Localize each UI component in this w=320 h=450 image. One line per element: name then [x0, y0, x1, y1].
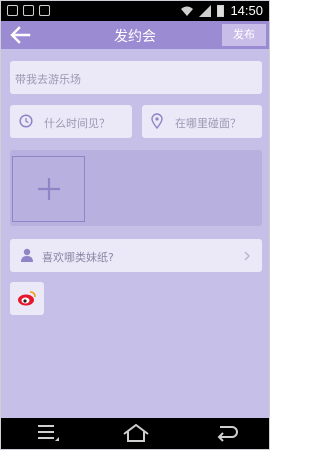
menu-icon[interactable]: [38, 424, 60, 442]
person-icon: [21, 248, 33, 262]
weibo-share-button[interactable]: [10, 282, 44, 315]
home-icon[interactable]: [122, 424, 150, 442]
location-placeholder: 在哪里碰面？: [175, 117, 241, 130]
status-time: 14:50: [230, 3, 263, 18]
header-bar: 发约会 发布: [1, 21, 269, 49]
notification-icon: [7, 5, 18, 16]
preference-label: 喜欢哪类妹纸?: [42, 251, 114, 264]
preference-selector[interactable]: 喜欢哪类妹纸?: [10, 239, 262, 272]
app-frame: 14:50 发约会 发布 带我去游乐场 什么时间见？ 在哪里碰面？ 喜欢哪类妹纸…: [0, 0, 270, 450]
plus-icon: [38, 178, 60, 200]
place-placeholder: 带我去游乐场: [15, 73, 81, 86]
navigation-bar: [1, 418, 269, 449]
notification-icon: [23, 5, 34, 16]
form-content: 带我去游乐场 什么时间见？ 在哪里碰面？ 喜欢哪类妹纸?: [1, 49, 269, 418]
time-placeholder: 什么时间见？: [44, 117, 110, 130]
publish-button[interactable]: 发布: [222, 24, 266, 46]
signal-icon: [199, 4, 212, 17]
clock-icon: [19, 114, 33, 128]
battery-icon: [217, 4, 225, 17]
add-photo-button[interactable]: [12, 156, 85, 222]
return-icon[interactable]: [214, 424, 240, 442]
wifi-icon: [181, 6, 194, 16]
photo-area: [10, 150, 262, 226]
location-pin-icon: [151, 113, 163, 129]
location-field[interactable]: 在哪里碰面？: [142, 105, 262, 138]
notification-icon: [39, 5, 50, 16]
place-input[interactable]: 带我去游乐场: [10, 61, 262, 94]
status-bar: 14:50: [1, 1, 269, 21]
chevron-right-icon: [244, 251, 250, 261]
weibo-icon: [18, 291, 36, 306]
time-field[interactable]: 什么时间见？: [10, 105, 132, 138]
